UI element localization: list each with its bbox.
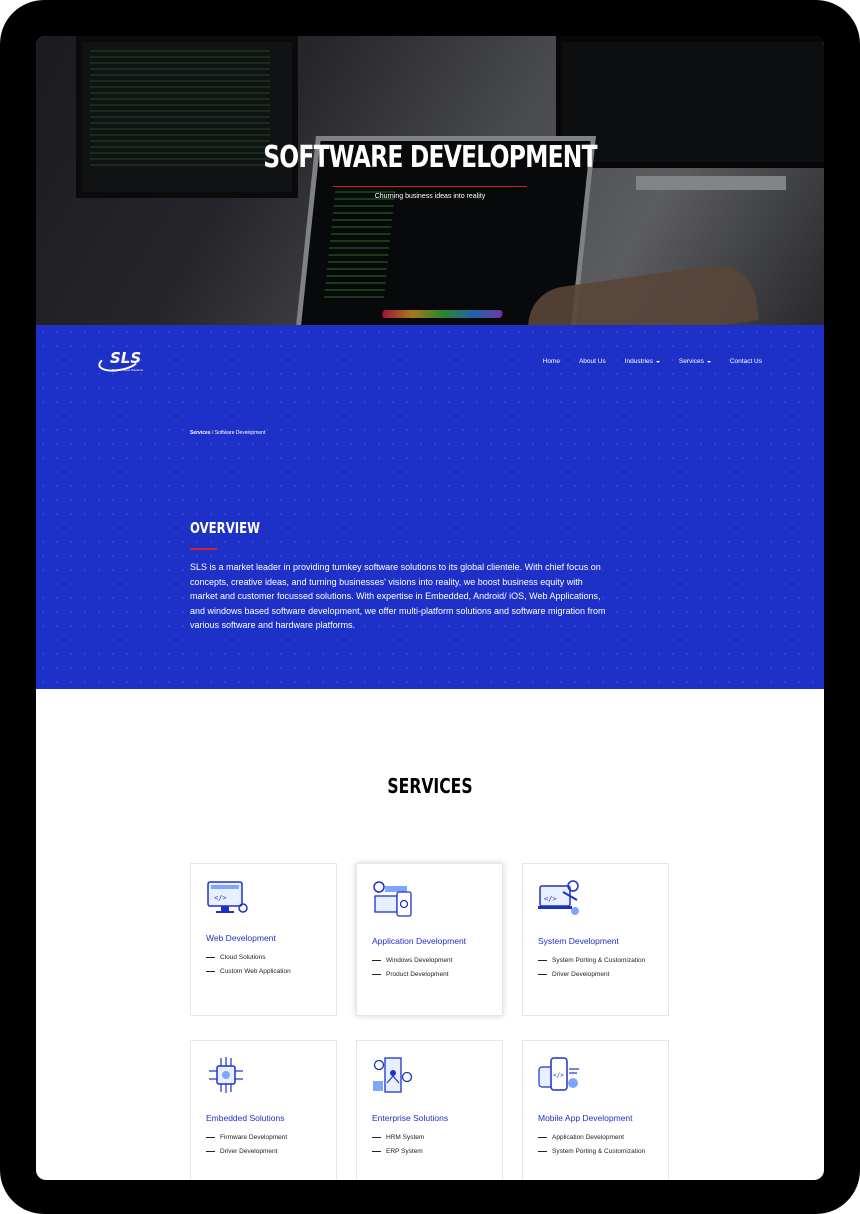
- service-card-application[interactable]: Application Development Windows Developm…: [356, 863, 503, 1016]
- hero-overlay: [36, 36, 824, 325]
- web-monitor-icon: </>: [207, 881, 248, 913]
- list-item: Application Development: [538, 1130, 645, 1145]
- list-item-label: Cloud Solutions: [220, 953, 266, 961]
- list-item-label: Windows Development: [386, 956, 453, 964]
- enterprise-building-icon: [373, 1057, 413, 1093]
- nav-item-about[interactable]: About Us: [579, 358, 606, 365]
- nav-item-services[interactable]: Services: [679, 358, 711, 365]
- list-item: Cloud Solutions: [206, 950, 291, 965]
- nav-item-label: Home: [542, 358, 560, 365]
- service-list: Windows Development Product Development: [372, 953, 452, 982]
- service-card-mobile[interactable]: </> Mobile App Development Application D…: [522, 1040, 669, 1180]
- chip-icon: [209, 1057, 243, 1093]
- list-item: Firmware Development: [206, 1130, 287, 1145]
- overview-text: SLS is a market leader in providing turn…: [190, 562, 606, 631]
- service-card-title: Embedded Solutions: [206, 1113, 285, 1123]
- list-item: Custom Web Application: [206, 965, 291, 980]
- list-item: Driver Development: [538, 968, 645, 983]
- service-card-embedded[interactable]: Embedded Solutions Firmware Development …: [190, 1040, 337, 1180]
- svg-text:</>: </>: [544, 895, 557, 903]
- service-card-web[interactable]: </> Web Development Cloud Solutions Cust…: [190, 863, 337, 1016]
- nav-item-home[interactable]: Home: [543, 358, 560, 365]
- list-item: Windows Development: [372, 953, 452, 968]
- nav-item-label: Services: [678, 358, 704, 365]
- svg-text:</>: </>: [553, 1072, 564, 1079]
- browser-viewport: SOFTWARE DEVELOPMENT Churning business i…: [36, 36, 824, 1180]
- nav-item-label: Industries: [624, 358, 653, 365]
- list-item: ERP System: [372, 1145, 424, 1160]
- app-gears-icon: [373, 881, 412, 917]
- list-item-label: Firmware Development: [220, 1133, 288, 1141]
- list-item-label: Custom Web Application: [220, 968, 291, 976]
- service-card-title: Web Development: [206, 933, 276, 943]
- hero-divider: [333, 186, 527, 187]
- nav-item-contact[interactable]: Contact Us: [730, 358, 762, 365]
- list-item-label: Application Development: [552, 1133, 624, 1141]
- overview-divider: [190, 548, 217, 550]
- device-frame: SOFTWARE DEVELOPMENT Churning business i…: [0, 0, 860, 1214]
- mobile-app-icon: </>: [538, 1057, 579, 1091]
- breadcrumb-link-services[interactable]: Services: [190, 430, 211, 436]
- list-item: System Porting & Customization: [538, 1145, 645, 1160]
- hero-subtitle: Churning business ideas into reality: [374, 193, 486, 200]
- service-card-system[interactable]: </> System Development System Porting & …: [522, 863, 669, 1016]
- overview-heading: OVERVIEW: [190, 519, 261, 537]
- svg-text:</>: </>: [214, 894, 227, 902]
- service-card-title: Enterprise Solutions: [372, 1113, 449, 1123]
- system-tools-icon: </>: [538, 880, 579, 915]
- breadcrumb: Services / Software Development: [190, 430, 265, 436]
- list-item: HRM System: [372, 1130, 424, 1145]
- service-list: Cloud Solutions Custom Web Application: [206, 950, 291, 979]
- caret-down-icon: [655, 360, 660, 363]
- list-item-label: HRM System: [386, 1133, 425, 1141]
- list-item-label: System Porting & Customization: [552, 956, 646, 964]
- nav-item-label: About Us: [578, 358, 606, 365]
- list-item: Driver Development: [206, 1145, 287, 1160]
- caret-down-icon: [706, 360, 711, 363]
- list-item-label: Product Development: [386, 971, 449, 979]
- list-item-label: Driver Development: [552, 971, 610, 979]
- list-item: System Porting & Customization: [538, 953, 645, 968]
- service-card-title: Application Development: [372, 936, 467, 946]
- logo-text: SLS: [110, 349, 142, 367]
- list-item: Product Development: [372, 968, 452, 983]
- breadcrumb-current: Software Development: [214, 430, 266, 436]
- service-list: System Porting & Customization Driver De…: [538, 953, 645, 982]
- service-list: Application Development System Porting &…: [538, 1130, 645, 1159]
- nav-item-industries[interactable]: Industries: [625, 358, 660, 365]
- nav-item-label: Contact Us: [729, 358, 762, 365]
- services-heading: SERVICES: [387, 774, 473, 798]
- service-list: Firmware Development Driver Development: [206, 1130, 287, 1159]
- list-item-label: ERP System: [386, 1148, 423, 1156]
- service-list: HRM System ERP System: [372, 1130, 424, 1159]
- list-item-label: System Porting & Customization: [552, 1148, 646, 1156]
- service-card-title: Mobile App Development: [538, 1113, 633, 1123]
- service-card-enterprise[interactable]: Enterprise Solutions HRM System ERP Syst…: [356, 1040, 503, 1180]
- list-item-label: Driver Development: [220, 1148, 278, 1156]
- main-nav: Home About Us Industries Services Contac…: [543, 358, 762, 365]
- service-card-title: System Development: [538, 936, 619, 946]
- site-logo[interactable]: SLS System Level Solutions: [96, 349, 158, 375]
- hero-title: SOFTWARE DEVELOPMENT: [263, 140, 597, 175]
- logo-tagline: System Level Solutions: [112, 368, 144, 372]
- overview-section: SLS System Level Solutions Home About Us…: [36, 325, 824, 689]
- hero-banner: SOFTWARE DEVELOPMENT Churning business i…: [36, 36, 824, 325]
